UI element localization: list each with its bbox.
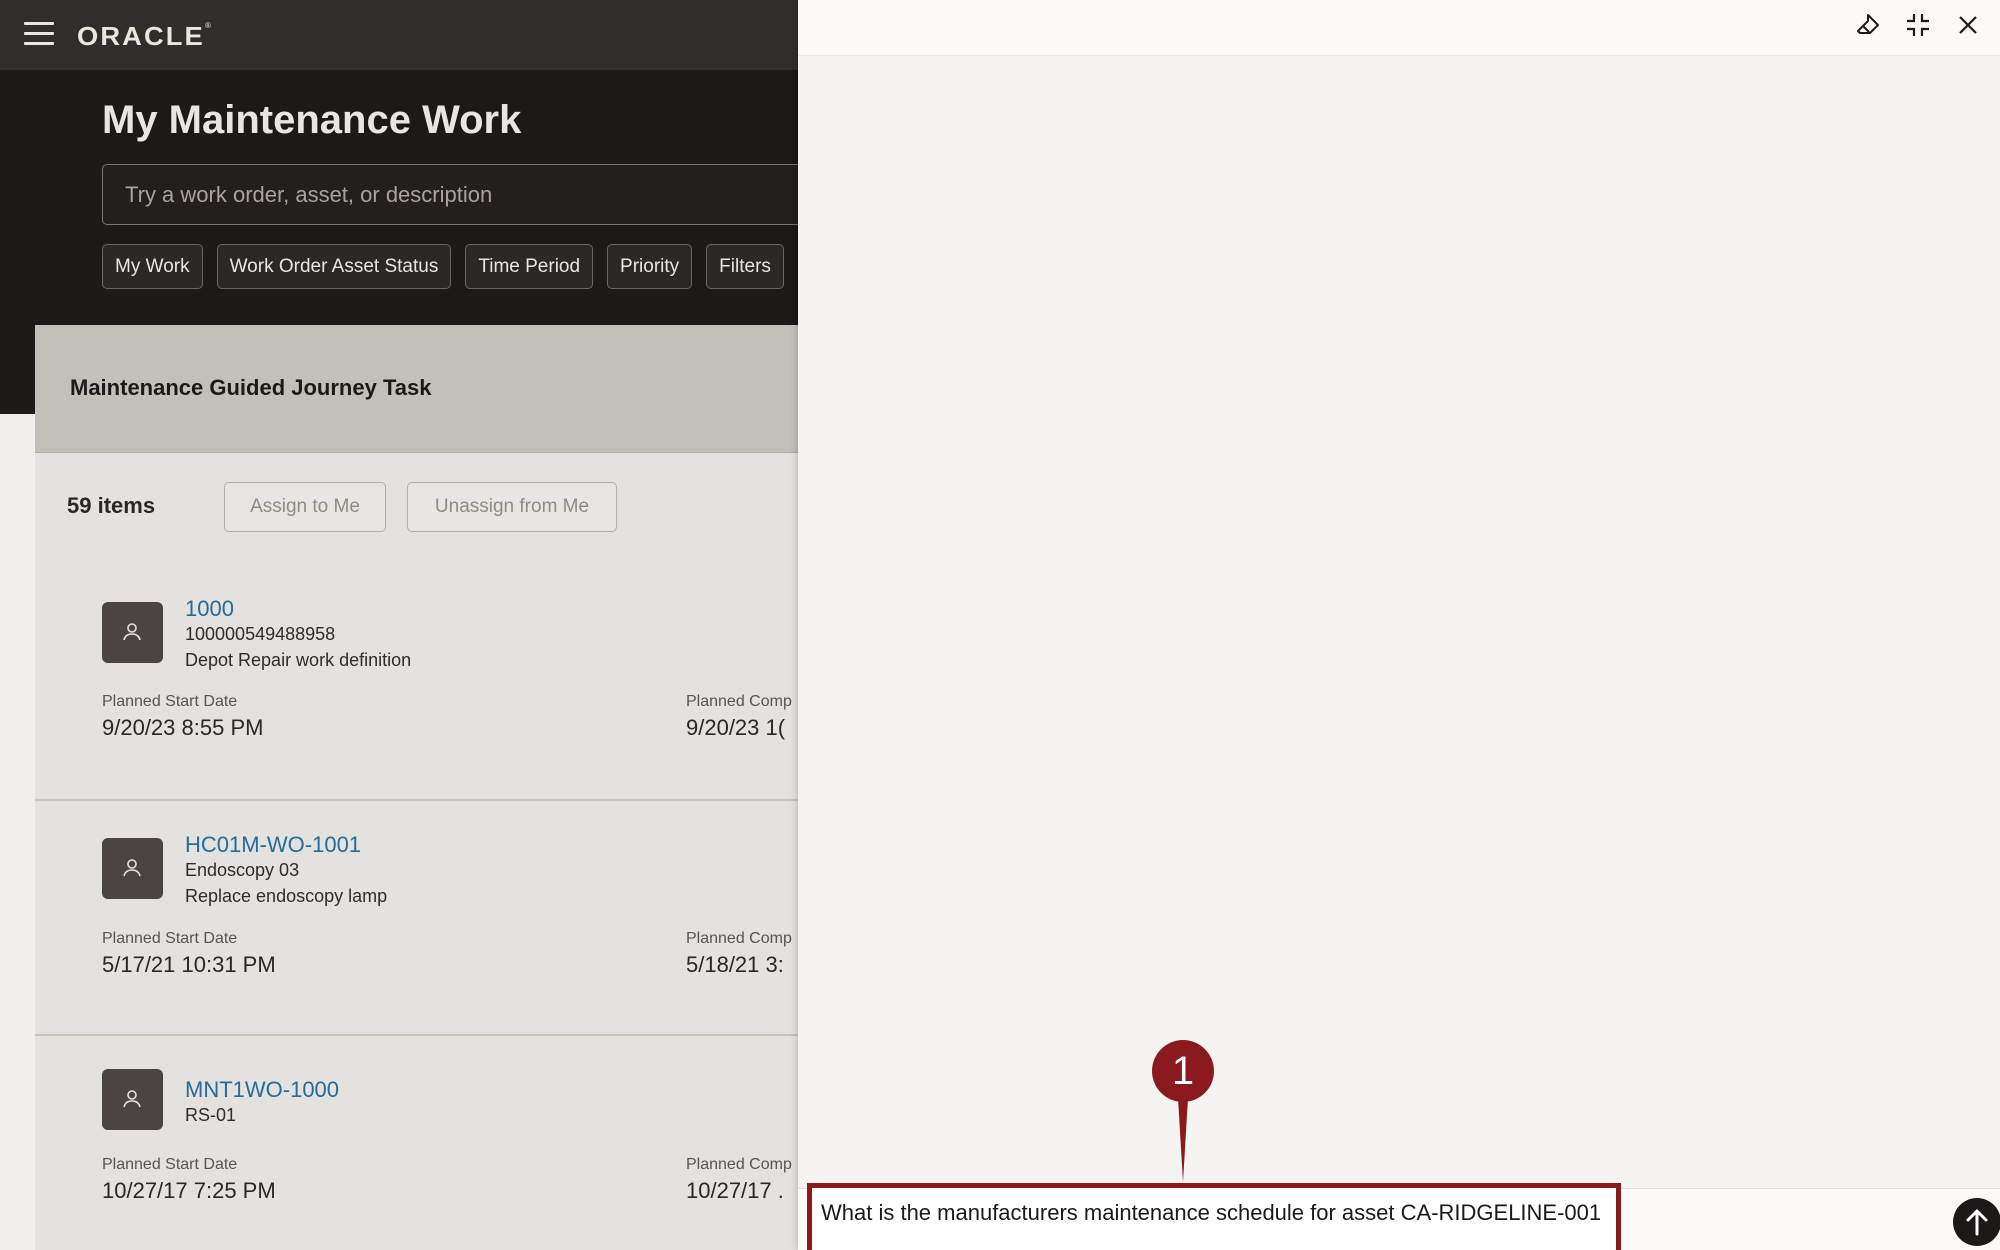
list-item[interactable] bbox=[35, 560, 800, 800]
search-input[interactable] bbox=[125, 179, 785, 211]
guided-journey-banner[interactable]: Maintenance Guided Journey Task bbox=[35, 325, 800, 453]
callout-pointer bbox=[1178, 1098, 1188, 1182]
eraser-icon[interactable] bbox=[1853, 12, 1883, 42]
work-order-asset: RS-01 bbox=[185, 1105, 237, 1125]
work-order-asset: Endoscopy 03 bbox=[185, 860, 300, 880]
collapse-icon[interactable] bbox=[1903, 12, 1933, 42]
planned-start-value: 9/20/23 8:55 PM bbox=[102, 715, 264, 740]
work-order-description: Depot Repair work definition bbox=[185, 650, 412, 670]
planned-completion-value: 10/27/17 . bbox=[686, 1178, 784, 1203]
avatar bbox=[102, 602, 163, 663]
list-item[interactable] bbox=[35, 1035, 800, 1250]
oracle-logo[interactable]: ORACLE® bbox=[77, 21, 211, 52]
callout-marker: 1 bbox=[1152, 1040, 1214, 1102]
close-icon[interactable] bbox=[1953, 12, 1983, 42]
work-order-asset: 100000549488958 bbox=[185, 624, 336, 644]
prompt-text: What is the manufacturers maintenance sc… bbox=[821, 1200, 1602, 1225]
filter-chip-asset-status[interactable]: Work Order Asset Status bbox=[216, 244, 452, 289]
filter-chip-my-work[interactable]: My Work bbox=[102, 244, 203, 289]
person-icon bbox=[123, 1090, 141, 1108]
filter-chip-filters[interactable]: Filters bbox=[706, 244, 784, 289]
unassign-from-me-button[interactable]: Unassign from Me bbox=[407, 482, 617, 532]
item-count: 59 items bbox=[67, 493, 156, 518]
planned-start-label: Planned Start Date bbox=[102, 693, 238, 710]
list-item[interactable] bbox=[35, 800, 800, 1035]
work-order-description: Replace endoscopy lamp bbox=[185, 886, 388, 906]
send-arrow-icon[interactable] bbox=[1953, 1198, 2000, 1246]
planned-completion-label: Planned Comp bbox=[686, 930, 792, 947]
drawer-header bbox=[798, 0, 2000, 56]
global-header: ORACLE® bbox=[0, 0, 800, 70]
avatar bbox=[102, 1069, 163, 1130]
planned-start-label: Planned Start Date bbox=[102, 930, 238, 947]
planned-start-value: 10/27/17 7:25 PM bbox=[102, 1178, 276, 1203]
logo-text: ORACLE bbox=[77, 21, 205, 51]
maintenance-app: ORACLE® My Maintenance Work My Work Work… bbox=[0, 0, 800, 1250]
hamburger-menu-icon[interactable] bbox=[24, 22, 54, 46]
work-order-link[interactable]: HC01M-WO-1001 bbox=[185, 832, 361, 858]
avatar bbox=[102, 838, 163, 899]
assistant-drawer: 1 What is the manufacturers maintenance … bbox=[798, 0, 2000, 1250]
planned-start-label: Planned Start Date bbox=[102, 1156, 238, 1173]
logo-mark: ® bbox=[204, 21, 212, 30]
person-icon bbox=[123, 859, 141, 877]
filter-chips: My Work Work Order Asset Status Time Per… bbox=[102, 244, 784, 289]
filter-chip-priority[interactable]: Priority bbox=[607, 244, 693, 289]
assign-to-me-button[interactable]: Assign to Me bbox=[224, 482, 386, 532]
planned-completion-value: 5/18/21 3: bbox=[686, 952, 784, 977]
work-order-link[interactable]: MNT1WO-1000 bbox=[185, 1077, 339, 1103]
prompt-input[interactable]: What is the manufacturers maintenance sc… bbox=[807, 1183, 1621, 1250]
page-title: My Maintenance Work bbox=[102, 98, 522, 142]
planned-completion-value: 9/20/23 1( bbox=[686, 715, 786, 740]
planned-completion-label: Planned Comp bbox=[686, 1156, 792, 1173]
search-field[interactable] bbox=[102, 164, 800, 225]
planned-completion-label: Planned Comp bbox=[686, 693, 792, 710]
work-order-link[interactable]: 1000 bbox=[185, 596, 234, 622]
guided-journey-title: Maintenance Guided Journey Task bbox=[70, 375, 432, 400]
person-icon bbox=[123, 623, 141, 641]
planned-start-value: 5/17/21 10:31 PM bbox=[102, 952, 276, 977]
filter-chip-time-period[interactable]: Time Period bbox=[465, 244, 594, 289]
